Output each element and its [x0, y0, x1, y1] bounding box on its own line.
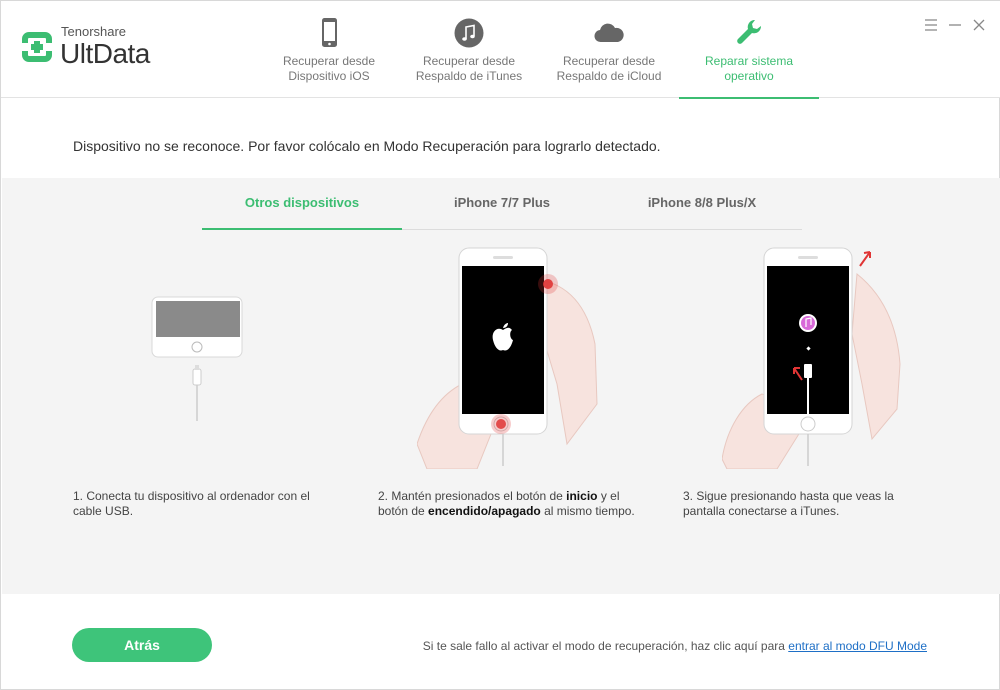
app-window: Tenorshare UltData Recuperar desde Dispo…: [0, 0, 1000, 690]
instruction-message: Dispositivo no se reconoce. Por favor co…: [73, 138, 661, 154]
brand-product: UltData: [60, 38, 150, 69]
tab-recover-ios[interactable]: Recuperar desde Dispositivo iOS: [259, 1, 399, 98]
tab-label: Recuperar desde Dispositivo iOS: [282, 54, 376, 83]
dfu-mode-link[interactable]: entrar al modo DFU Mode: [788, 639, 927, 653]
tab-label: Recuperar desde Respaldo de iTunes: [415, 54, 523, 83]
tab-other-devices[interactable]: Otros dispositivos: [202, 190, 402, 230]
wrench-icon: [737, 19, 762, 44]
step-3-text: 3. Sigue presionando hasta que veas la p…: [683, 489, 894, 518]
tab-label: Recuperar desde Respaldo de iCloud: [556, 54, 662, 83]
header: Tenorshare UltData Recuperar desde Dispo…: [1, 1, 1000, 99]
device-usb-illustration: [151, 296, 243, 421]
close-icon[interactable]: [971, 17, 987, 33]
tab-iphone-7[interactable]: iPhone 7/7 Plus: [402, 190, 602, 229]
back-button[interactable]: Atrás: [72, 628, 212, 662]
tab-repair-os[interactable]: Reparar sistema operativo: [679, 1, 819, 99]
press-buttons-illustration: [417, 247, 598, 469]
step-2-text: 2. Mantén presionados el botón de inicio…: [378, 489, 635, 518]
tab-recover-icloud[interactable]: Recuperar desde Respaldo de iCloud: [539, 1, 679, 98]
dfu-mode-note: Si te sale fallo al activar el modo de r…: [422, 639, 927, 653]
recovery-guide-panel: Otros dispositivos iPhone 7/7 Plus iPhon…: [2, 178, 1000, 594]
device-tabs: Otros dispositivos iPhone 7/7 Plus iPhon…: [202, 190, 802, 230]
cloud-icon: [594, 23, 624, 43]
power-button-emphasis: encendido/apagado: [428, 504, 541, 518]
home-button-emphasis: inicio: [566, 489, 598, 503]
brand-company: Tenorshare: [61, 24, 127, 39]
minimize-icon[interactable]: [947, 17, 963, 33]
menu-icon[interactable]: [923, 17, 939, 33]
tab-label: Reparar sistema operativo: [704, 54, 794, 83]
ultdata-logo-icon: [22, 32, 52, 62]
step-1-text: 1. Conecta tu dispositivo al ordenador c…: [73, 489, 310, 518]
itunes-screen-illustration: [722, 247, 901, 469]
phone-icon: [322, 18, 337, 47]
tab-recover-itunes[interactable]: Recuperar desde Respaldo de iTunes: [399, 1, 539, 98]
music-note-icon: [454, 18, 484, 48]
tab-iphone-8-x[interactable]: iPhone 8/8 Plus/X: [602, 190, 802, 229]
